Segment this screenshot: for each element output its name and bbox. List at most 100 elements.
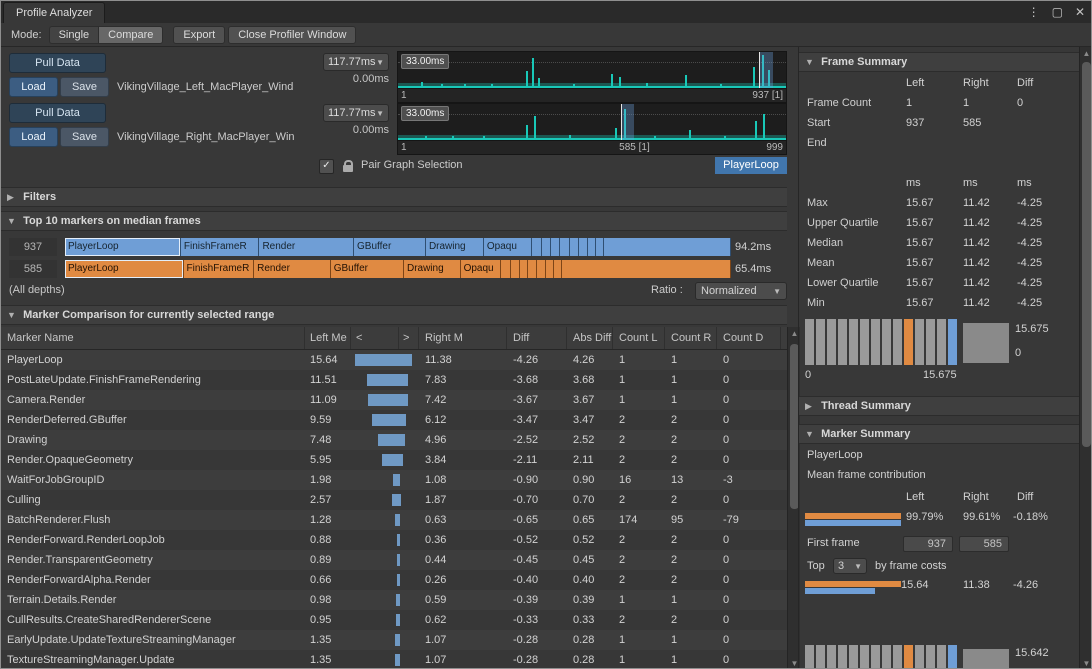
top10-segment[interactable]: [604, 238, 731, 256]
column-header-left-bar[interactable]: <: [351, 327, 399, 349]
pull-data-right-button[interactable]: Pull Data: [9, 103, 106, 123]
top10-segment-gbuffer[interactable]: GBuffer: [354, 238, 426, 256]
scale-dropdown-left[interactable]: 117.77ms ▼: [323, 53, 389, 71]
marker-row[interactable]: PostLateUpdate.FinishFrameRendering11.51…: [1, 370, 787, 390]
column-header-right-bar[interactable]: >: [399, 327, 419, 349]
top-n-dropdown[interactable]: 3 ▼: [833, 558, 867, 574]
top10-segment-render[interactable]: Render: [259, 238, 354, 256]
top10-segment-opaqu[interactable]: Opaqu: [484, 238, 532, 256]
column-header-count-left[interactable]: Count L: [613, 327, 665, 349]
scroll-down-icon[interactable]: ▼: [1080, 657, 1092, 669]
column-header-count-right[interactable]: Count R: [665, 327, 717, 349]
top10-segment[interactable]: [588, 238, 597, 256]
frame-time-histogram[interactable]: 15.675 0 0 15.675: [805, 319, 1083, 385]
top10-foldout[interactable]: ▼ Top 10 markers on median frames: [1, 211, 787, 231]
load-right-button[interactable]: Load: [9, 127, 58, 147]
top10-segment[interactable]: [570, 238, 579, 256]
marker-summary-foldout[interactable]: ▼ Marker Summary: [799, 424, 1083, 444]
scroll-up-icon[interactable]: ▲: [788, 327, 801, 340]
mode-single-button[interactable]: Single: [49, 26, 99, 44]
close-profiler-button[interactable]: Close Profiler Window: [228, 26, 356, 44]
pair-graph-checkbox[interactable]: ✓: [319, 159, 334, 174]
left-value-bar: [368, 394, 399, 406]
thread-summary-foldout[interactable]: ▶ Thread Summary: [799, 396, 1083, 416]
frame-graph-right[interactable]: 33.00ms 1 585 [1] 999: [397, 103, 787, 155]
top10-segment[interactable]: [542, 238, 551, 256]
save-right-button[interactable]: Save: [60, 127, 109, 147]
marker-row[interactable]: Drawing7.484.96-2.522.52220: [1, 430, 787, 450]
scroll-up-icon[interactable]: ▲: [1080, 47, 1092, 60]
histogram-range-handle[interactable]: [963, 649, 1009, 669]
top10-segment-opaqu[interactable]: Opaqu: [461, 260, 501, 278]
column-header-left-median[interactable]: Left Me: [305, 327, 351, 349]
first-frame-left-button[interactable]: 937: [903, 536, 953, 552]
top10-segment-playerloop[interactable]: PlayerLoop: [65, 238, 181, 256]
load-left-button[interactable]: Load: [9, 77, 58, 97]
column-header-right-median[interactable]: Right M: [419, 327, 507, 349]
marker-row[interactable]: CullResults.CreateSharedRendererScene0.9…: [1, 610, 787, 630]
top10-segment-render[interactable]: Render: [254, 260, 331, 278]
scroll-down-icon[interactable]: ▼: [788, 657, 801, 669]
marker-row[interactable]: TextureStreamingManager.Update1.351.07-0…: [1, 650, 787, 669]
top10-segment[interactable]: [551, 238, 560, 256]
graph-selection[interactable]: [759, 52, 774, 88]
top10-segment[interactable]: [562, 260, 730, 278]
top10-segment-finishframer[interactable]: FinishFrameR: [181, 238, 260, 256]
marker-row[interactable]: Render.TransparentGeometry0.890.44-0.450…: [1, 550, 787, 570]
save-left-button[interactable]: Save: [60, 77, 109, 97]
selected-marker-chip[interactable]: PlayerLoop: [715, 157, 787, 174]
marker-row[interactable]: Camera.Render11.097.42-3.673.67110: [1, 390, 787, 410]
export-button[interactable]: Export: [173, 26, 225, 44]
top10-segment[interactable]: [546, 260, 555, 278]
scale-dropdown-right[interactable]: 117.77ms ▼: [323, 104, 389, 122]
graph-spike: [421, 82, 423, 88]
lock-icon[interactable]: [342, 160, 354, 172]
frame-graph-left[interactable]: 33.00ms 1 937 [1]: [397, 51, 787, 103]
top10-segment-playerloop[interactable]: PlayerLoop: [65, 260, 184, 278]
column-header-marker-name[interactable]: Marker Name: [1, 327, 305, 349]
top10-segment-drawing[interactable]: Drawing: [404, 260, 461, 278]
top10-segment[interactable]: [537, 260, 546, 278]
top10-segment-gbuffer[interactable]: GBuffer: [331, 260, 404, 278]
mode-compare-button[interactable]: Compare: [98, 26, 163, 44]
graph-selection[interactable]: [621, 104, 634, 140]
top10-segment-drawing[interactable]: Drawing: [426, 238, 484, 256]
marker-row[interactable]: Terrain.Details.Render0.980.59-0.390.391…: [1, 590, 787, 610]
marker-row[interactable]: RenderForward.RenderLoopJob0.880.36-0.52…: [1, 530, 787, 550]
top10-segment[interactable]: [501, 260, 512, 278]
top10-segment[interactable]: [528, 260, 537, 278]
top10-segment[interactable]: [532, 238, 543, 256]
frame-summary-foldout[interactable]: ▼ Frame Summary: [799, 52, 1083, 72]
top10-segment[interactable]: [579, 238, 588, 256]
top10-segment[interactable]: [554, 260, 562, 278]
top10-segment[interactable]: [560, 238, 571, 256]
marker-row[interactable]: BatchRenderer.Flush1.280.63-0.650.651749…: [1, 510, 787, 530]
pull-data-left-button[interactable]: Pull Data: [9, 53, 106, 73]
scrollbar-thumb[interactable]: [1082, 62, 1091, 447]
maximize-icon[interactable]: ▢: [1052, 5, 1063, 19]
marker-row[interactable]: EarlyUpdate.UpdateTextureStreamingManage…: [1, 630, 787, 650]
marker-row[interactable]: RenderForwardAlpha.Render0.660.26-0.400.…: [1, 570, 787, 590]
first-frame-right-button[interactable]: 585: [959, 536, 1009, 552]
top10-segment[interactable]: [596, 238, 604, 256]
top10-segment-finishframer[interactable]: FinishFrameR: [184, 260, 255, 278]
kebab-menu-icon[interactable]: ⋮: [1028, 5, 1040, 19]
top10-segment[interactable]: [520, 260, 529, 278]
right-panel-scrollbar[interactable]: ▲ ▼: [1079, 47, 1092, 669]
histogram-range-handle[interactable]: [963, 323, 1009, 363]
comparison-foldout[interactable]: ▼ Marker Comparison for currently select…: [1, 305, 787, 325]
marker-row[interactable]: Culling2.571.87-0.700.70220: [1, 490, 787, 510]
marker-histogram[interactable]: 15.642: [805, 645, 1083, 669]
column-header-diff[interactable]: Diff: [507, 327, 567, 349]
marker-row[interactable]: WaitForJobGroupID1.981.08-0.900.901613-3: [1, 470, 787, 490]
marker-row[interactable]: PlayerLoop15.6411.38-4.264.26110: [1, 350, 787, 370]
column-header-abs-diff[interactable]: Abs Diff: [567, 327, 613, 349]
marker-row[interactable]: RenderDeferred.GBuffer9.596.12-3.473.472…: [1, 410, 787, 430]
top10-segment[interactable]: [511, 260, 520, 278]
close-icon[interactable]: ✕: [1075, 5, 1085, 19]
marker-row[interactable]: Render.OpaqueGeometry5.953.84-2.112.1122…: [1, 450, 787, 470]
ratio-dropdown[interactable]: Normalized ▼: [695, 282, 787, 300]
tab-profile-analyzer[interactable]: Profile Analyzer: [3, 2, 105, 24]
column-header-count-diff[interactable]: Count D: [717, 327, 781, 349]
filters-foldout[interactable]: ▶ Filters: [1, 187, 787, 207]
